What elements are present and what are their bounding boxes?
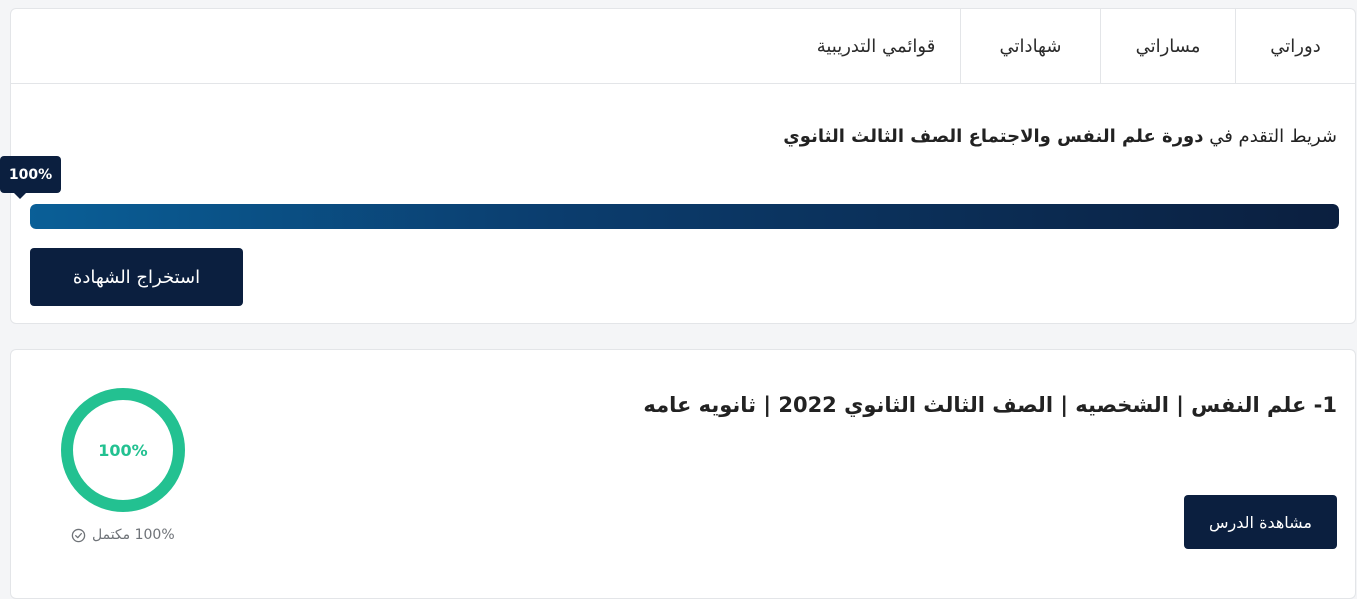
progress-bar — [30, 204, 1339, 229]
progress-title-prefix: شريط التقدم في — [1209, 126, 1337, 147]
tab-my-certificates[interactable]: شهاداتي — [960, 9, 1100, 84]
tab-my-paths[interactable]: مساراتي — [1100, 9, 1235, 84]
lesson-card: 1- علم النفس | الشخصيه | الصف الثالث الث… — [10, 349, 1356, 599]
tab-my-training-lists[interactable]: قوائمي التدريبية — [792, 9, 960, 84]
lesson-percent-label: 100% — [98, 440, 148, 460]
progress-title: شريط التقدم في دورة علم النفس والاجتماع … — [783, 126, 1337, 147]
progress-percent-tooltip: 100% — [0, 156, 61, 199]
lesson-title: 1- علم النفس | الشخصيه | الصف الثالث الث… — [643, 393, 1337, 417]
tabs-bar: دوراتي مساراتي شهاداتي قوائمي التدريبية — [11, 9, 1355, 84]
progress-course-name: دورة علم النفس والاجتماع الصف الثالث الث… — [783, 126, 1204, 147]
completed-text: 100% مكتمل — [92, 527, 175, 543]
watch-lesson-button[interactable]: مشاهدة الدرس — [1184, 495, 1337, 549]
check-circle-icon — [71, 528, 86, 542]
completed-status: 100% مكتمل — [71, 527, 175, 543]
progress-bar-fill — [30, 204, 1339, 229]
extract-certificate-button[interactable]: استخراج الشهادة — [30, 248, 243, 306]
progress-card: دوراتي مساراتي شهاداتي قوائمي التدريبية … — [0, 8, 1356, 324]
tab-my-courses[interactable]: دوراتي — [1235, 9, 1355, 84]
